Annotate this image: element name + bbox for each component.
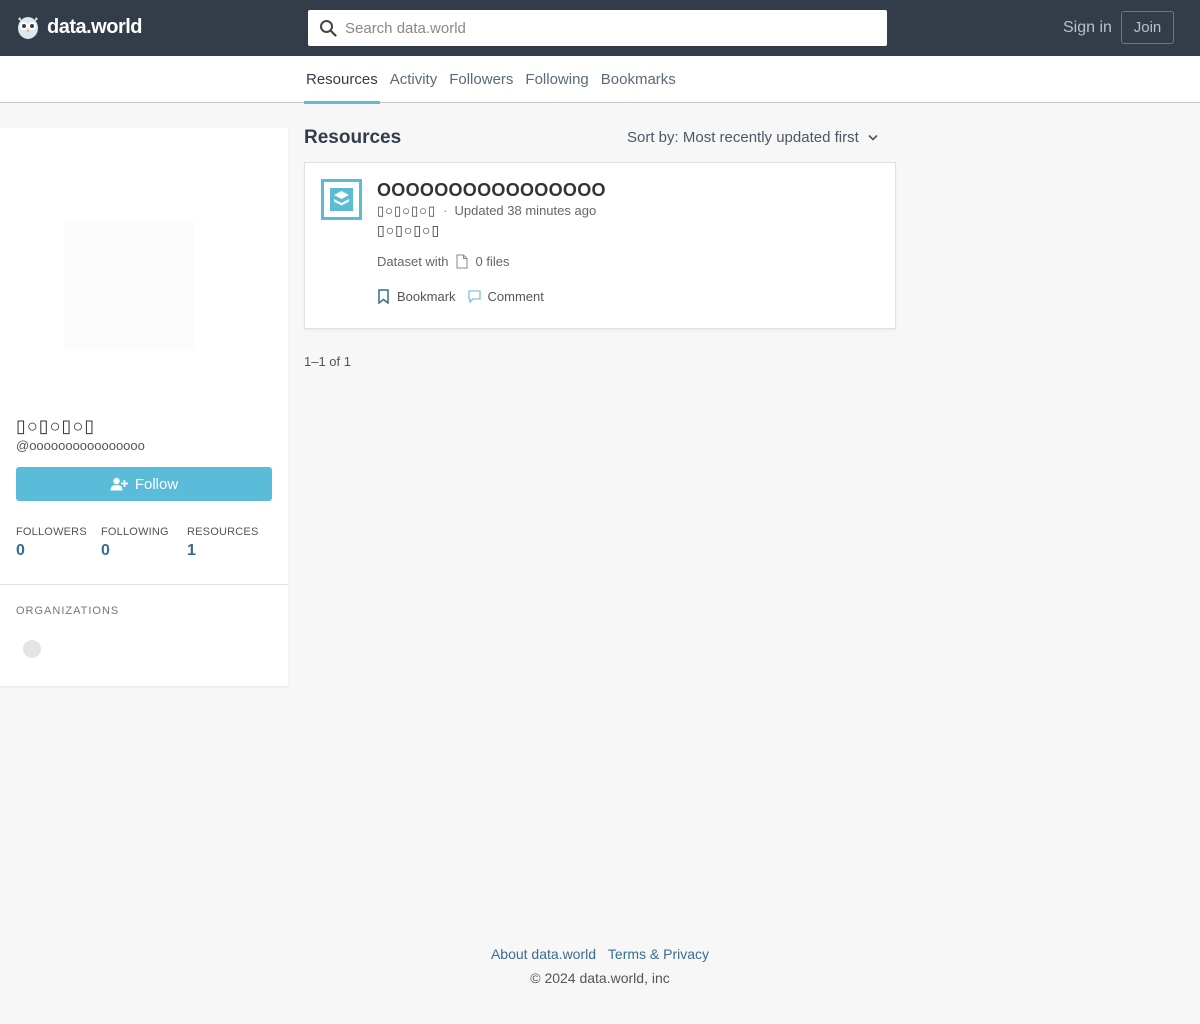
search-icon — [320, 20, 337, 37]
join-button[interactable]: Join — [1121, 11, 1174, 44]
stat-label: FOLLOWING — [101, 526, 169, 538]
chevron-down-icon — [868, 134, 878, 141]
file-icon — [456, 254, 468, 269]
follow-button[interactable]: Follow — [16, 467, 272, 501]
sort-label: Sort by: Most recently updated first — [627, 129, 859, 146]
resource-card[interactable]: OOOOOOOOOOOOOOOO ▯○▯○▯○▯ · Updated 38 minu… — [304, 162, 896, 329]
comment-icon — [467, 290, 481, 304]
files-prefix: Dataset with — [377, 254, 449, 269]
username: @oooooooooooooooo — [16, 438, 145, 453]
bookmark-button[interactable]: Bookmark — [377, 289, 456, 304]
resource-updated: Updated 38 minutes ago — [454, 203, 597, 218]
tab-bookmarks[interactable]: Bookmarks — [601, 56, 676, 103]
footer-links: About data.world Terms & Privacy — [0, 946, 1200, 962]
resource-meta: ▯○▯○▯○▯ · Updated 38 minutes ago — [377, 203, 596, 219]
stat-following[interactable]: FOLLOWING 0 — [101, 526, 169, 560]
stat-label: RESOURCES — [187, 526, 259, 538]
profile-tab-bar: Resources Activity Followers Following B… — [0, 56, 1200, 104]
top-navigation-bar: data.world Sign in Join — [0, 0, 1200, 56]
tab-resources[interactable]: Resources — [304, 56, 380, 104]
avatar — [64, 220, 194, 350]
search-box[interactable] — [308, 10, 887, 46]
comment-button[interactable]: Comment — [467, 289, 544, 304]
resource-title[interactable]: OOOOOOOOOOOOOOOO — [377, 180, 606, 201]
stat-value: 1 — [187, 542, 196, 559]
tab-following[interactable]: Following — [525, 56, 588, 103]
sign-in-link[interactable]: Sign in — [1063, 19, 1112, 37]
add-user-icon — [110, 477, 128, 491]
resource-files: Dataset with 0 files — [377, 254, 510, 269]
stat-followers[interactable]: FOLLOWERS 0 — [16, 526, 87, 560]
owl-logo-icon — [18, 17, 38, 39]
files-count: 0 files — [475, 254, 510, 269]
organizations-heading: ORGANIZATIONS — [16, 605, 120, 617]
profile-card: ▯○▯○▯○▯ @oooooooooooooooo Follow FOLLOWE… — [0, 128, 288, 686]
brand-name: data.world — [47, 16, 143, 38]
copyright: © 2024 data.world, inc — [530, 970, 670, 986]
terms-link[interactable]: Terms & Privacy — [608, 946, 709, 962]
resource-description: ▯○▯○▯○▯ — [377, 222, 441, 238]
bookmark-icon — [378, 289, 389, 304]
pagination-summary: 1–1 of 1 — [304, 354, 351, 369]
divider — [0, 584, 288, 585]
sort-dropdown[interactable]: Sort by: Most recently updated first — [627, 129, 878, 146]
page-title: Resources — [304, 127, 402, 148]
search-input[interactable] — [345, 19, 865, 37]
bookmark-label: Bookmark — [397, 289, 456, 304]
resource-actions: Bookmark Comment — [377, 289, 544, 304]
comment-label: Comment — [487, 289, 544, 304]
stat-resources[interactable]: RESOURCES 1 — [187, 526, 258, 560]
tab-activity[interactable]: Activity — [390, 56, 438, 103]
dataset-icon — [321, 179, 362, 220]
tab-followers[interactable]: Followers — [449, 56, 513, 103]
meta-separator: · — [443, 203, 448, 218]
about-link[interactable]: About data.world — [491, 946, 596, 962]
tabs: Resources Activity Followers Following B… — [304, 56, 688, 104]
resource-owner[interactable]: ▯○▯○▯○▯ — [377, 203, 436, 218]
display-name: ▯○▯○▯○▯ — [16, 416, 96, 436]
stat-label: FOLLOWERS — [16, 526, 87, 538]
stat-value: 0 — [16, 542, 25, 559]
brand-link[interactable]: data.world — [16, 14, 143, 40]
organization-avatar[interactable] — [23, 640, 41, 658]
stat-value: 0 — [101, 542, 110, 559]
follow-label: Follow — [134, 475, 179, 493]
